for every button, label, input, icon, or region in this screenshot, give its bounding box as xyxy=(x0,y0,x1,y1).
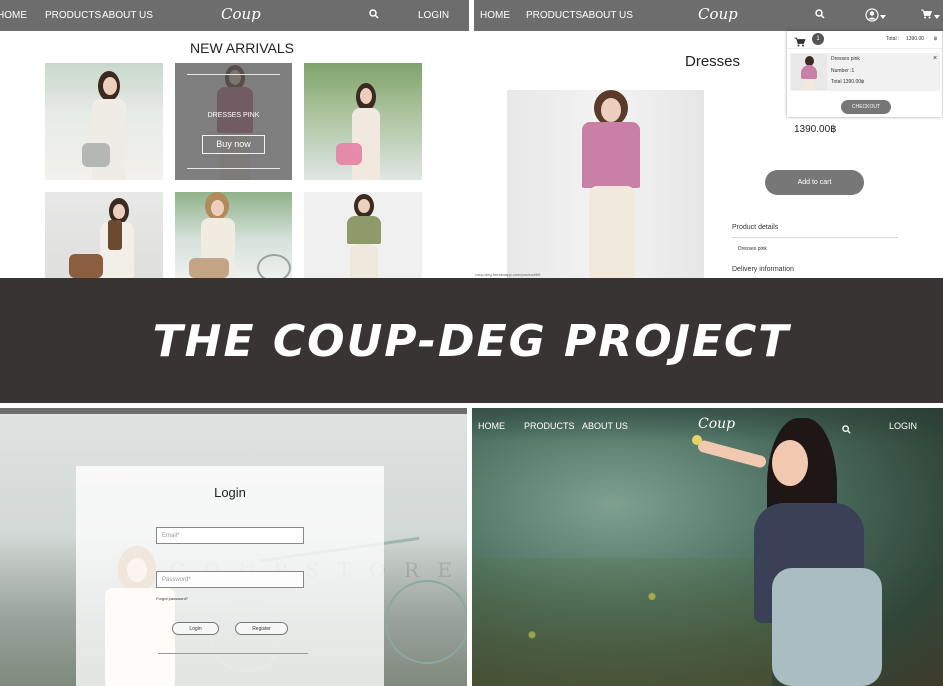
register-button[interactable]: Register xyxy=(235,622,288,635)
product-photo[interactable] xyxy=(45,192,163,278)
shop-navbar: HOME PRODUCTS ABOUT US Coup LOGIN xyxy=(0,0,469,31)
nav-products-link[interactable]: PRODUCTS xyxy=(526,10,582,21)
login-form: Login Email* Password* Forgot password? … xyxy=(76,466,384,686)
shop-navbar-strip xyxy=(0,408,467,414)
login-heading: Login xyxy=(214,485,246,500)
currency-symbol: ฿ xyxy=(934,36,938,42)
divider xyxy=(158,653,308,654)
cart-dropdown: 1 Total : 1390.00 ฿ Dresses pink Number … xyxy=(787,31,942,117)
product-price: 1390.00฿ xyxy=(794,124,837,135)
product-details-text: Dresses pink xyxy=(738,246,767,252)
home-hero-screenshot: HOME PRODUCTS ABOUT US Coup LOGIN xyxy=(472,408,943,686)
chevron-down-icon[interactable] xyxy=(880,12,886,23)
cart-item-row: Dresses pink Number :1 Total 1390.00฿ × xyxy=(790,53,940,91)
divider xyxy=(787,48,942,49)
new-arrivals-screenshot: HOME PRODUCTS ABOUT US Coup LOGIN NEW AR… xyxy=(0,0,469,278)
product-details-heading[interactable]: Product details xyxy=(732,224,778,231)
product-hover-overlay[interactable]: DRESSES PINK Buy now xyxy=(175,63,292,180)
product-photo[interactable]: DRESSES PINK Buy now xyxy=(175,63,292,180)
cart-total-value: 1390.00 xyxy=(906,36,925,42)
product-photo[interactable] xyxy=(45,63,163,180)
brand-logo[interactable]: Coup xyxy=(698,5,738,23)
forgot-password-link[interactable]: Forgot password? xyxy=(156,596,188,601)
product-name: DRESSES PINK xyxy=(207,112,260,119)
cart-item-thumbnail xyxy=(791,54,827,90)
nav-about-link[interactable]: ABOUT US xyxy=(582,10,633,21)
product-photo[interactable] xyxy=(175,192,292,278)
nav-about-link[interactable]: ABOUT US xyxy=(102,10,153,21)
brand-logo[interactable]: Coup xyxy=(221,5,261,23)
nav-products-link[interactable]: PRODUCTS xyxy=(45,10,101,21)
search-icon[interactable] xyxy=(815,9,825,22)
user-icon[interactable] xyxy=(865,8,879,25)
project-title-banner: THE COUP-DEG PROJECT xyxy=(0,278,943,403)
project-title: THE COUP-DEG PROJECT xyxy=(152,316,791,367)
search-icon[interactable] xyxy=(369,9,379,22)
new-arrivals-heading: NEW ARRIVALS xyxy=(190,40,294,56)
add-to-cart-button[interactable]: Add to cart xyxy=(765,170,864,195)
cart-item-total: Total 1390.00฿ xyxy=(831,79,865,85)
status-bar-url: coup-deg.herokuapp.com/product/69 xyxy=(475,272,541,277)
password-field[interactable]: Password* xyxy=(156,571,304,588)
cart-item-quantity: Number :1 xyxy=(831,68,855,74)
chevron-down-icon[interactable] xyxy=(934,12,940,23)
nav-login-link[interactable]: LOGIN xyxy=(889,421,917,431)
buy-now-button[interactable]: Buy now xyxy=(202,135,265,154)
nav-login-link[interactable]: LOGIN xyxy=(418,10,449,21)
cart-item-name: Dresses pink xyxy=(831,56,860,62)
close-icon[interactable]: × xyxy=(933,55,937,62)
delivery-info-heading[interactable]: Delivery information xyxy=(732,266,794,273)
nav-home-link[interactable]: HOME xyxy=(480,10,510,21)
product-page-screenshot: HOME PRODUCTS ABOUT US Coup Dresses coup… xyxy=(474,0,943,278)
search-icon[interactable] xyxy=(842,421,851,439)
product-photo[interactable] xyxy=(304,63,422,180)
nav-home-link[interactable]: HOME xyxy=(0,10,27,21)
nav-home-link[interactable]: HOME xyxy=(478,421,505,431)
product-title: Dresses xyxy=(685,53,741,70)
shop-navbar: HOME PRODUCTS ABOUT US Coup xyxy=(474,0,943,31)
cart-count-badge: 1 xyxy=(812,33,824,45)
cart-icon xyxy=(794,34,806,52)
nav-about-link[interactable]: ABOUT US xyxy=(582,421,628,431)
login-page-screenshot: C O U P S T O R E Login Email* Password*… xyxy=(0,408,467,686)
cart-icon[interactable] xyxy=(921,9,933,22)
product-photo[interactable] xyxy=(304,192,422,278)
brand-logo[interactable]: Coup xyxy=(698,416,735,432)
product-main-photo xyxy=(507,90,704,278)
checkout-button[interactable]: CHECKOUT xyxy=(841,100,891,114)
nav-products-link[interactable]: PRODUCTS xyxy=(524,421,575,431)
email-field[interactable]: Email* xyxy=(156,527,304,544)
divider xyxy=(732,237,898,238)
cart-total-label: Total : xyxy=(886,36,900,42)
login-button[interactable]: Login xyxy=(172,622,219,635)
